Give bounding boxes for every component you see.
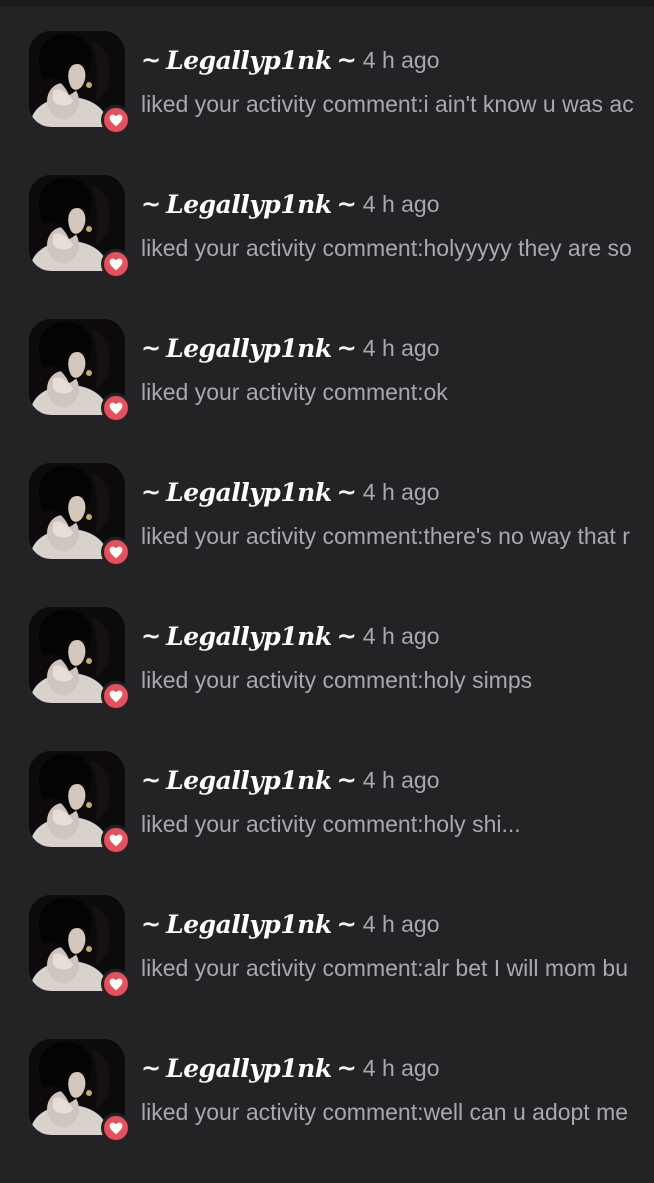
username[interactable]: Legallyp1nk bbox=[166, 1054, 332, 1083]
notification-item[interactable]: ~ Legallyp1nk ~ 4 h ago liked your activ… bbox=[0, 895, 654, 1039]
like-badge bbox=[101, 969, 131, 999]
notification-item[interactable]: ~ Legallyp1nk ~ 4 h ago liked your activ… bbox=[0, 31, 654, 175]
heart-icon bbox=[109, 114, 123, 126]
notification-header: ~ Legallyp1nk ~ 4 h ago bbox=[141, 475, 440, 509]
notification-text: liked your activity comment:holy shi... bbox=[141, 811, 521, 837]
notification-item[interactable]: ~ Legallyp1nk ~ 4 h ago liked your activ… bbox=[0, 319, 654, 463]
notification-header: ~ Legallyp1nk ~ 4 h ago bbox=[141, 1051, 440, 1085]
username-decoration-right: ~ bbox=[336, 190, 357, 218]
username-decoration-left: ~ bbox=[141, 622, 162, 650]
avatar-container[interactable] bbox=[29, 895, 131, 999]
username[interactable]: Legallyp1nk bbox=[166, 190, 332, 219]
notification-text: liked your activity comment:well can u a… bbox=[141, 1099, 629, 1125]
notification-text: liked your activity comment:alr bet I wi… bbox=[141, 955, 628, 981]
username-decoration-left: ~ bbox=[141, 766, 162, 794]
avatar-container[interactable] bbox=[29, 751, 131, 855]
avatar-container[interactable] bbox=[29, 463, 131, 567]
username-decoration-right: ~ bbox=[336, 910, 357, 938]
username-decoration-right: ~ bbox=[336, 478, 357, 506]
username-decoration-right: ~ bbox=[336, 334, 357, 362]
avatar-container[interactable] bbox=[29, 31, 131, 135]
avatar-container[interactable] bbox=[29, 607, 131, 711]
timestamp: 4 h ago bbox=[362, 910, 440, 937]
notification-item[interactable]: ~ Legallyp1nk ~ 4 h ago liked your activ… bbox=[0, 175, 654, 319]
heart-icon bbox=[109, 1122, 123, 1134]
notification-item[interactable]: ~ Legallyp1nk ~ 4 h ago liked your activ… bbox=[0, 751, 654, 895]
avatar-container[interactable] bbox=[29, 319, 131, 423]
username[interactable]: Legallyp1nk bbox=[166, 46, 332, 75]
username-decoration-left: ~ bbox=[141, 334, 162, 362]
username[interactable]: Legallyp1nk bbox=[166, 622, 332, 651]
notification-header: ~ Legallyp1nk ~ 4 h ago bbox=[141, 907, 440, 941]
like-badge bbox=[101, 681, 131, 711]
username-decoration-right: ~ bbox=[336, 1054, 357, 1082]
username[interactable]: Legallyp1nk bbox=[166, 910, 332, 939]
username-decoration-right: ~ bbox=[336, 766, 357, 794]
notification-text: liked your activity comment:there's no w… bbox=[141, 523, 630, 549]
notification-header: ~ Legallyp1nk ~ 4 h ago bbox=[141, 331, 440, 365]
username-decoration-left: ~ bbox=[141, 1054, 162, 1082]
timestamp: 4 h ago bbox=[362, 1054, 440, 1081]
heart-icon bbox=[109, 258, 123, 270]
heart-icon bbox=[109, 834, 123, 846]
heart-icon bbox=[109, 546, 123, 558]
like-badge bbox=[101, 537, 131, 567]
like-badge bbox=[101, 1113, 131, 1143]
avatar-container[interactable] bbox=[29, 175, 131, 279]
username-decoration-right: ~ bbox=[336, 46, 357, 74]
notification-list: ~ Legallyp1nk ~ 4 h ago liked your activ… bbox=[0, 31, 654, 1183]
like-badge bbox=[101, 825, 131, 855]
notification-item[interactable]: ~ Legallyp1nk ~ 4 h ago liked your activ… bbox=[0, 607, 654, 751]
notification-item[interactable]: ~ Legallyp1nk ~ 4 h ago liked your activ… bbox=[0, 1039, 654, 1183]
notification-header: ~ Legallyp1nk ~ 4 h ago bbox=[141, 619, 440, 653]
notification-text: liked your activity comment:holyyyyy the… bbox=[141, 235, 632, 261]
top-edge-bar bbox=[0, 0, 654, 7]
notification-text: liked your activity comment:ok bbox=[141, 379, 448, 405]
username-decoration-left: ~ bbox=[141, 910, 162, 938]
like-badge bbox=[101, 105, 131, 135]
notification-text: liked your activity comment:i ain't know… bbox=[141, 91, 634, 117]
heart-icon bbox=[109, 978, 123, 990]
username-decoration-left: ~ bbox=[141, 46, 162, 74]
timestamp: 4 h ago bbox=[362, 622, 440, 649]
timestamp: 4 h ago bbox=[362, 190, 440, 217]
username-decoration-right: ~ bbox=[336, 622, 357, 650]
username-decoration-left: ~ bbox=[141, 478, 162, 506]
username[interactable]: Legallyp1nk bbox=[166, 334, 332, 363]
notification-header: ~ Legallyp1nk ~ 4 h ago bbox=[141, 187, 440, 221]
heart-icon bbox=[109, 690, 123, 702]
timestamp: 4 h ago bbox=[362, 766, 440, 793]
notification-header: ~ Legallyp1nk ~ 4 h ago bbox=[141, 43, 440, 77]
notification-item[interactable]: ~ Legallyp1nk ~ 4 h ago liked your activ… bbox=[0, 463, 654, 607]
timestamp: 4 h ago bbox=[362, 478, 440, 505]
like-badge bbox=[101, 393, 131, 423]
timestamp: 4 h ago bbox=[362, 46, 440, 73]
username[interactable]: Legallyp1nk bbox=[166, 766, 332, 795]
username-decoration-left: ~ bbox=[141, 190, 162, 218]
timestamp: 4 h ago bbox=[362, 334, 440, 361]
avatar-container[interactable] bbox=[29, 1039, 131, 1143]
like-badge bbox=[101, 249, 131, 279]
notification-text: liked your activity comment:holy simps bbox=[141, 667, 533, 693]
notification-header: ~ Legallyp1nk ~ 4 h ago bbox=[141, 763, 440, 797]
heart-icon bbox=[109, 402, 123, 414]
username[interactable]: Legallyp1nk bbox=[166, 478, 332, 507]
